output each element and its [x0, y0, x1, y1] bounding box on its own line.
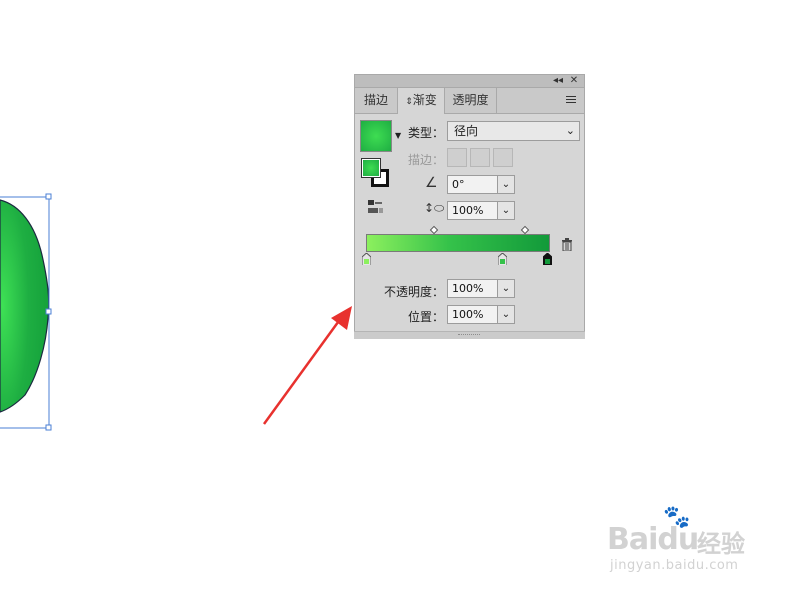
opacity-dropdown[interactable]: ⌄: [498, 279, 515, 298]
location-dropdown[interactable]: ⌄: [498, 305, 515, 324]
type-label: 类型：: [407, 126, 444, 140]
panel-menu-icon[interactable]: [566, 96, 576, 105]
aspect-ratio-icon: ↕⬭: [424, 201, 445, 215]
opacity-input[interactable]: 100%: [447, 279, 498, 298]
chevron-down-icon: ⌄: [501, 309, 511, 320]
selection-handle: [45, 193, 52, 200]
swatch-dropdown-icon[interactable]: ▼: [395, 131, 401, 140]
angle-input[interactable]: 0°: [447, 175, 498, 194]
gradient-slider-bar[interactable]: [366, 234, 550, 252]
fill-indicator[interactable]: [361, 158, 381, 178]
angle-icon: ∠: [425, 175, 438, 191]
chevron-down-icon: ⌄: [501, 179, 511, 190]
opacity-label: 不透明度：: [383, 285, 444, 299]
stroke-label: 描边：: [407, 153, 444, 167]
collapse-icon[interactable]: ◂◂: [552, 75, 564, 87]
panel-tabs: 描边 ⇕渐变 透明度: [355, 88, 584, 114]
green-shape[interactable]: [0, 199, 50, 413]
gradient-stop[interactable]: [362, 253, 371, 265]
angle-dropdown[interactable]: ⌄: [498, 175, 515, 194]
chevron-down-icon: ⌄: [565, 124, 575, 137]
tab-label: 描边: [363, 93, 388, 107]
paw-icon: 🐾: [663, 505, 691, 530]
gradient-type-value: 径向: [454, 124, 479, 138]
panel-titlebar[interactable]: ◂◂ ✕: [355, 75, 584, 88]
stroke-apply-within-button[interactable]: [447, 148, 467, 167]
aspect-ratio-dropdown[interactable]: ⌄: [498, 201, 515, 220]
chevron-down-icon: ⌄: [501, 205, 511, 216]
gradient-preview-swatch[interactable]: [360, 120, 392, 152]
watermark-url: jingyan.baidu.com: [610, 558, 739, 573]
gradient-type-select[interactable]: 径向 ⌄: [447, 121, 580, 141]
aspect-ratio-input[interactable]: 100%: [447, 201, 498, 220]
tab-label: 透明度: [452, 93, 489, 107]
chevron-down-icon: ⌄: [501, 283, 511, 294]
selection-handle: [45, 424, 52, 431]
red-arrow-annotation: [262, 306, 352, 425]
gradient-stop[interactable]: [498, 253, 507, 265]
watermark-brand-cn: 经验: [697, 530, 745, 558]
close-icon[interactable]: ✕: [568, 75, 580, 87]
selection-handle: [45, 308, 52, 315]
gradient-stop-selected[interactable]: [543, 253, 552, 265]
trash-icon[interactable]: [561, 238, 573, 254]
tab-stroke[interactable]: 描边: [355, 88, 397, 113]
tab-transparency[interactable]: 透明度: [445, 88, 497, 113]
tab-gradient[interactable]: ⇕渐变: [397, 88, 445, 114]
stroke-apply-across-button[interactable]: [493, 148, 513, 167]
stroke-apply-along-button[interactable]: [470, 148, 490, 167]
updown-icon: ⇕: [405, 97, 413, 107]
location-input[interactable]: 100%: [447, 305, 498, 324]
panel-resize-grip[interactable]: [354, 331, 585, 339]
location-label: 位置：: [407, 310, 444, 324]
reverse-gradient-icon[interactable]: [367, 199, 385, 215]
tab-label: 渐变: [412, 93, 437, 107]
